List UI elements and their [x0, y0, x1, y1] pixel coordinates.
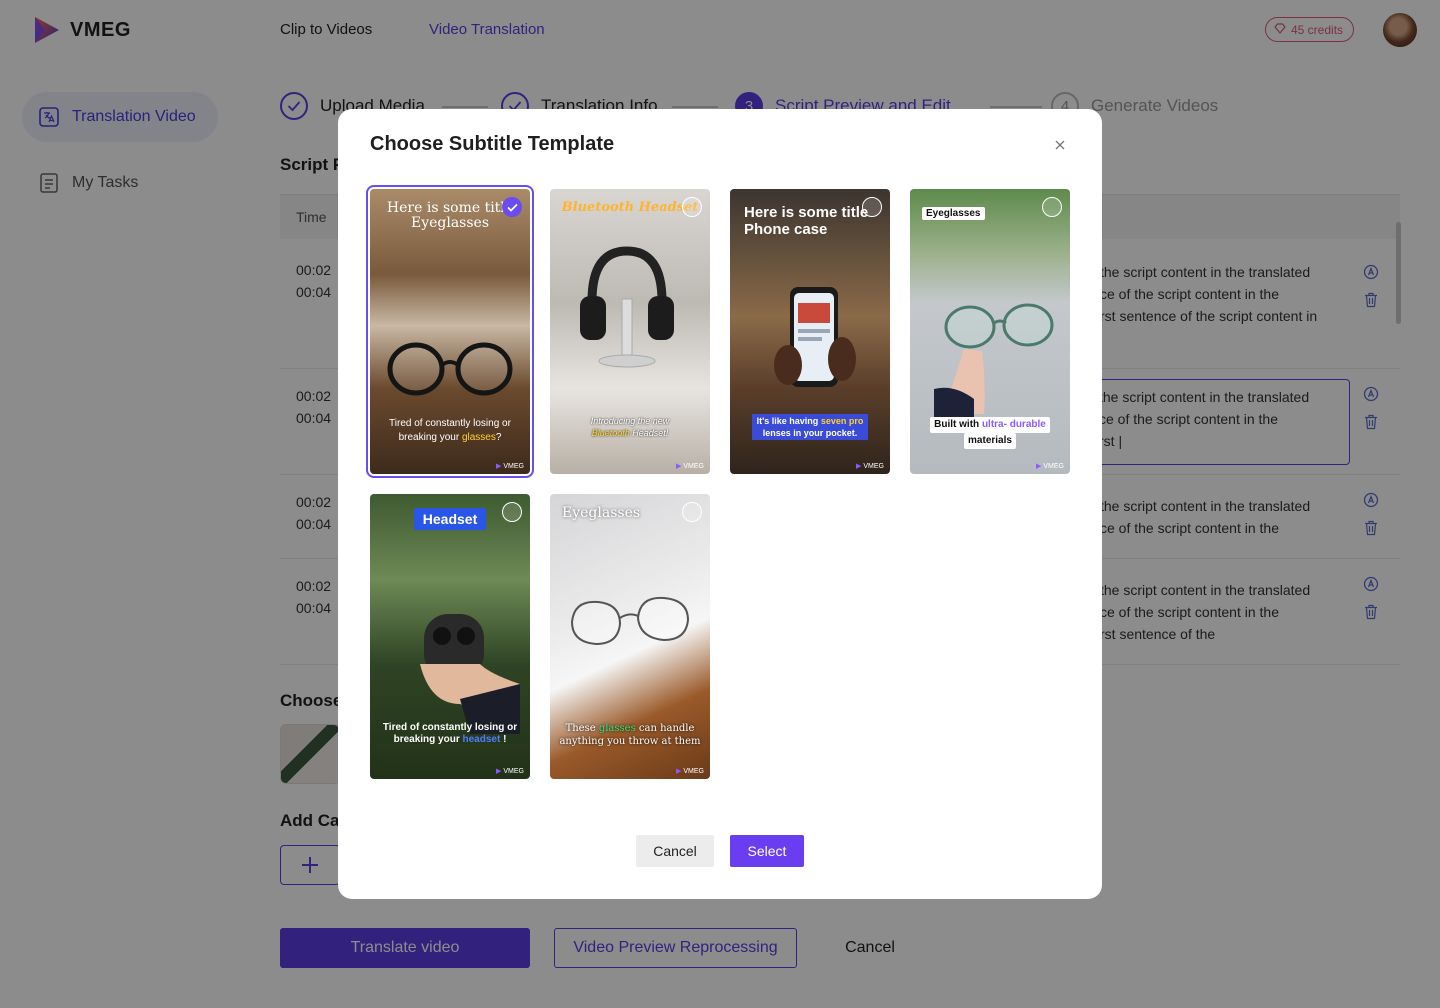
modal-title: Choose Subtitle Template [370, 133, 615, 155]
template-card-headset[interactable]: Headset Tired of constantly losing or br… [370, 494, 530, 779]
template-caption: Introducing the new Bluetooth Headset! [590, 416, 670, 438]
template-caption: Tired of constantly losing or breaking y… [382, 722, 518, 745]
subtitle-template-modal: Choose Subtitle Template Here is some ti… [338, 109, 1102, 899]
template-caption: It's like having seven pro lenses in you… [752, 414, 868, 440]
template-card-eyeglasses-title[interactable]: Here is some title Eyeglasses Tired of c… [366, 185, 534, 478]
template-radio[interactable] [1042, 197, 1062, 217]
template-title: Eyeglasses [922, 203, 985, 221]
watermark: ▶ VMEG [1035, 462, 1064, 471]
close-icon[interactable] [1048, 133, 1072, 157]
eyeglasses-image [934, 303, 1054, 419]
eyeglasses-image [387, 342, 513, 396]
template-radio[interactable] [682, 197, 702, 217]
eyeglasses-image [570, 596, 690, 646]
template-card-eyeglasses-pill[interactable]: Eyeglasses Built with ultra- durable mate… [910, 189, 1070, 474]
phone-image [774, 287, 856, 387]
template-card-bluetooth-headset[interactable]: Bluetooth Headset Introducing the new Bl… [550, 189, 710, 474]
selected-check-icon[interactable] [502, 197, 522, 217]
template-card-eyeglasses-serif[interactable]: Eyeglasses These glasses can handle anyt… [550, 494, 710, 779]
watermark: ▶ VMEG [495, 462, 524, 471]
template-radio[interactable] [862, 197, 882, 217]
template-caption: Built with ultra- durable materials [916, 417, 1064, 449]
watermark: ▶ VMEG [675, 767, 704, 776]
watermark: ▶ VMEG [495, 767, 524, 776]
modal-cancel-button[interactable]: Cancel [636, 835, 714, 867]
template-caption: Tired of constantly losing or breaking y… [389, 418, 511, 443]
template-card-phone-case[interactable]: Here is some title Phone case It's like … [730, 189, 890, 474]
watermark: ▶ VMEG [675, 462, 704, 471]
headset-image [580, 246, 674, 368]
modal-select-button[interactable]: Select [730, 835, 804, 867]
template-radio[interactable] [502, 502, 522, 522]
template-caption: These glasses can handle anything you th… [559, 723, 701, 747]
earbuds-image [420, 614, 520, 734]
watermark: ▶ VMEG [855, 462, 884, 471]
template-radio[interactable] [682, 502, 702, 522]
